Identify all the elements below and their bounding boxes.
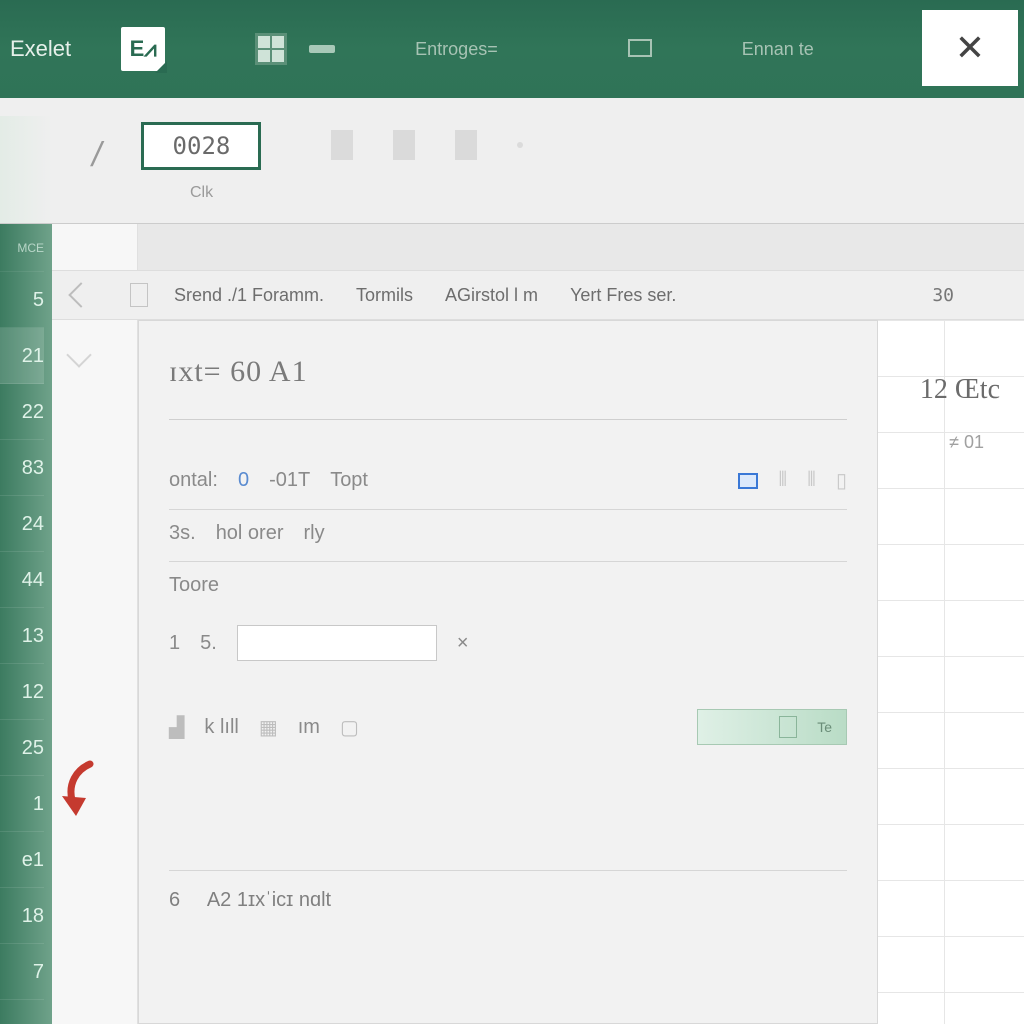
ribbon-group-label: Clk (190, 184, 213, 202)
ribbon-tool-1-icon[interactable] (331, 130, 353, 160)
row-number[interactable]: 12 (0, 664, 44, 720)
chevron-left-icon[interactable] (68, 282, 93, 307)
row-number[interactable]: 21 (0, 328, 44, 384)
align-icon[interactable]: ⦀ (778, 469, 787, 492)
dialog-line-1: ontal: 0 -01T Topt ⦀ ⦀ ▯ (169, 456, 847, 510)
field-label: Toore (169, 574, 219, 597)
field-value: ım (298, 716, 320, 739)
ribbon-tool-2-icon[interactable] (393, 130, 415, 160)
dialog-line-4: 1 5. × (169, 613, 847, 677)
field-value: hol orer (216, 522, 284, 545)
minimize-icon[interactable] (309, 45, 335, 53)
grid-icon[interactable]: ▦ (259, 715, 278, 740)
apply-button-label: Te (817, 719, 832, 735)
align-icon[interactable]: ▯ (836, 468, 847, 493)
field-value: -01T (269, 469, 310, 492)
titlebar-hints: Entroges= Ennan te (415, 39, 814, 60)
window-grid-icon[interactable] (255, 33, 287, 65)
row-number[interactable]: 1 (0, 776, 44, 832)
gutter-header: MCE (0, 224, 44, 272)
titlebar: Exelet E⩘ Entroges= Ennan te ✕ (0, 0, 1024, 98)
dialog-line-2: 3s. hol orer rly (169, 510, 847, 562)
row-number[interactable]: 83 (0, 440, 44, 496)
side-cell-value: 12 Œtc (920, 374, 1000, 406)
row-number[interactable]: 5 (0, 272, 44, 328)
undo-arrow-icon[interactable] (56, 760, 100, 820)
tab-1[interactable]: Srend ./1 Foramm. (168, 281, 330, 310)
italic-icon[interactable]: / (92, 136, 101, 175)
row-gutter: MCE 5 21 22 83 24 44 13 12 25 1 e1 18 7 (0, 224, 52, 1024)
close-button[interactable]: ✕ (922, 10, 1018, 86)
dialog-title: ɪxt= 60 A1 (169, 355, 847, 420)
restore-icon[interactable] (628, 39, 652, 57)
ribbon-left-stub (0, 116, 52, 223)
row-number[interactable]: 24 (0, 496, 44, 552)
dialog-line-3: Toore (169, 562, 847, 613)
row-number[interactable]: 13 (0, 608, 44, 664)
color-swatch-icon[interactable] (738, 473, 758, 489)
row-number[interactable]: 7 (0, 944, 44, 1000)
row-number[interactable]: e1 (0, 832, 44, 888)
box-icon[interactable]: ▢ (340, 715, 359, 740)
tab-2[interactable]: Tormils (350, 281, 419, 310)
dialog-line-5: ▟ k lıll ▦ ım ▢ Te (169, 697, 847, 761)
dialog-footer: 6 A2 1ɪxˈicɪ nɑlt (169, 889, 847, 912)
row-number[interactable]: 18 (0, 888, 44, 944)
field-value: k lıll (204, 716, 238, 739)
tab-3[interactable]: AGirstol l m (439, 281, 544, 310)
field-value: rly (304, 522, 325, 545)
hint-1: Entroges= (415, 39, 498, 60)
dialog-spacer (169, 761, 847, 871)
apply-button[interactable]: Te (697, 709, 847, 745)
app-logo-icon: E⩘ (121, 27, 165, 71)
field-value: 1 (169, 632, 180, 655)
name-box[interactable]: 0028 (141, 122, 261, 170)
field-value: 3s. (169, 522, 196, 545)
row-number[interactable]: 22 (0, 384, 44, 440)
vertical-separator (52, 224, 138, 1024)
hint-2: Ennan te (742, 39, 814, 60)
field-label: ontal: (169, 469, 218, 492)
ribbon-tools (331, 130, 523, 160)
align-icon[interactable]: ⦀ (807, 469, 816, 492)
ribbon: / 0028 Clk (0, 98, 1024, 224)
format-dialog: ɪxt= 60 A1 ontal: 0 -01T Topt ⦀ ⦀ ▯ 3s. … (138, 320, 878, 1024)
tab-strip: Srend ./1 Foramm. Tormils AGirstol l m Y… (52, 270, 1024, 320)
row-number[interactable]: 44 (0, 552, 44, 608)
tab-add-icon[interactable] (130, 283, 148, 307)
field-mark: × (457, 632, 469, 655)
footer-index: 6 (169, 889, 180, 911)
field-value: Topt (330, 469, 368, 492)
tab-4[interactable]: Yert Fres ser. (564, 281, 682, 310)
footer-text: A2 1ɪxˈicɪ nɑlt (207, 889, 331, 911)
ribbon-tool-4-icon[interactable] (517, 142, 523, 148)
ribbon-tool-3-icon[interactable] (455, 130, 477, 160)
side-cell-sub: ≠ 01 (949, 432, 984, 453)
sheet-grid[interactable] (864, 320, 1024, 1024)
titlebar-icons (255, 33, 335, 65)
value-input[interactable] (237, 625, 437, 661)
field-value: 5. (200, 632, 217, 655)
app-name: Exelet (10, 36, 71, 62)
field-value: 0 (238, 469, 249, 492)
chart-icon[interactable]: ▟ (169, 715, 184, 740)
row-number[interactable]: 25 (0, 720, 44, 776)
tab-count: 30 (932, 285, 1004, 306)
